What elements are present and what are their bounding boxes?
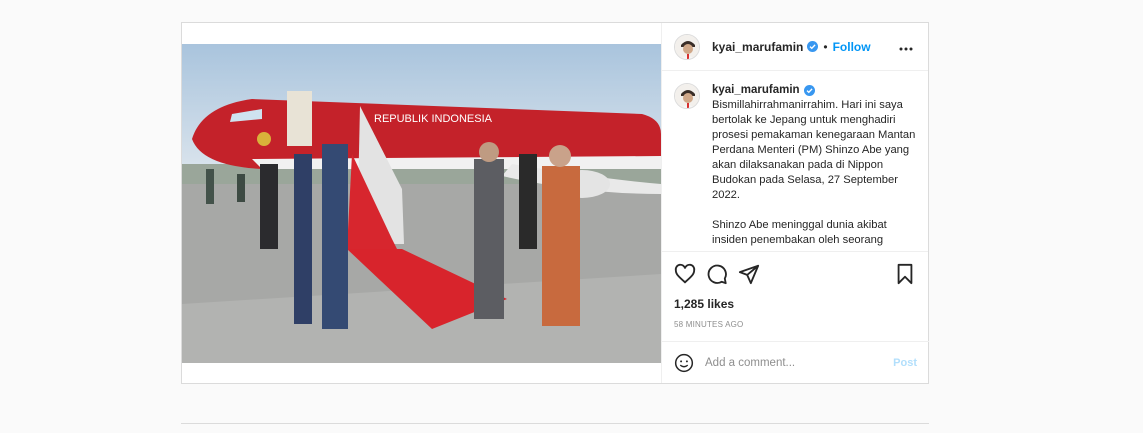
caption-section: kyai_marufamin Bismillahirrahmanirrahim.…	[662, 71, 928, 251]
comment-form: Post	[662, 341, 929, 383]
verified-badge-icon	[807, 41, 819, 52]
post-sidebar: kyai_marufamin • Follow kyai_marufamin B…	[661, 23, 929, 383]
caption-username-row: kyai_marufamin	[712, 83, 916, 98]
follow-button[interactable]: Follow	[833, 40, 871, 54]
comment-input[interactable]	[705, 356, 894, 369]
caption-body: kyai_marufamin Bismillahirrahmanirrahim.…	[712, 83, 916, 251]
bookmark-icon[interactable]	[894, 263, 916, 285]
share-icon[interactable]	[738, 263, 760, 285]
plane-text: REPUBLIK INDONESIA	[374, 113, 493, 125]
post-media: REPUBLIK INDONESIA	[182, 23, 661, 383]
header-separator: •	[823, 39, 828, 54]
verified-badge-icon	[803, 85, 815, 96]
post-timestamp[interactable]: 58 MINUTES AGO	[662, 311, 928, 329]
instagram-post: REPUBLIK INDONESIA kyai_marufamin • Foll…	[181, 22, 929, 384]
post-photo-illustration: REPUBLIK INDONESIA	[182, 44, 661, 363]
comment-icon[interactable]	[706, 263, 728, 285]
action-bar	[662, 251, 928, 295]
post-photo[interactable]: REPUBLIK INDONESIA	[182, 44, 661, 363]
caption-text: Bismillahirrahmanirrahim. Hari ini saya …	[712, 99, 916, 246]
like-count[interactable]: 1,285 likes	[662, 295, 928, 311]
heart-icon[interactable]	[674, 263, 696, 285]
emoji-icon[interactable]	[674, 353, 694, 373]
header-username[interactable]: kyai_marufamin	[712, 40, 803, 54]
post-header: kyai_marufamin • Follow	[662, 23, 928, 71]
avatar-image	[675, 34, 699, 59]
caption-avatar-image	[675, 84, 699, 108]
post-comment-button[interactable]: Post	[893, 357, 917, 369]
caption-username[interactable]: kyai_marufamin	[712, 83, 800, 98]
more-options-icon[interactable]	[896, 38, 916, 56]
caption-avatar[interactable]	[674, 83, 700, 109]
avatar[interactable]	[674, 33, 700, 60]
feed-divider	[181, 423, 929, 424]
